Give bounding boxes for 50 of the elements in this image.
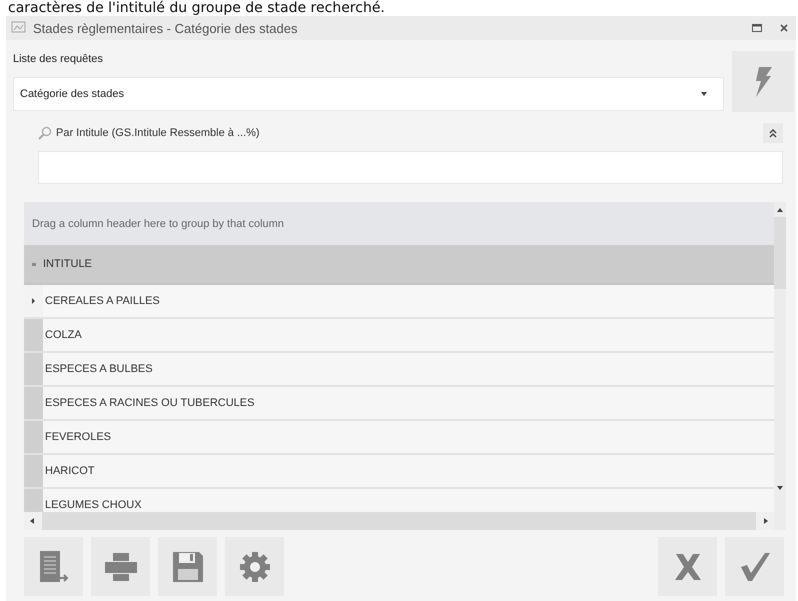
table-cell-text: HARICOT xyxy=(44,464,94,479)
table-cell-text: CEREALES A PAILLES xyxy=(44,294,160,309)
collapse-button[interactable] xyxy=(763,123,783,143)
query-dropdown[interactable]: Catégorie des stades xyxy=(13,77,724,111)
table-cell-text: COLZA xyxy=(44,328,82,343)
caret-icon xyxy=(701,92,707,96)
cancel-button[interactable] xyxy=(658,537,717,596)
grid-row[interactable]: CEREALES A PAILLES xyxy=(24,285,774,319)
caption-text: caractères de l'intitulé du groupe de stade recherché. xyxy=(7,0,386,16)
cancel-x-icon xyxy=(672,552,702,582)
up-arrow-icon[interactable] xyxy=(777,208,783,212)
grid-row[interactable]: FEVEROLES xyxy=(24,421,774,455)
grid-row[interactable]: COLZA xyxy=(24,319,774,353)
scroll-thumb[interactable] xyxy=(774,217,786,289)
header-indicator-icon xyxy=(32,262,36,266)
table-cell-text: LEGUMES CHOUX xyxy=(44,498,142,512)
left-arrow-icon[interactable] xyxy=(30,518,34,524)
vertical-scrollbar[interactable] xyxy=(774,202,786,530)
print-button[interactable] xyxy=(91,537,150,596)
export-button[interactable] xyxy=(24,537,83,596)
filter-input[interactable] xyxy=(38,151,783,184)
grid-row[interactable]: ESPECES A RACINES OU TUBERCULES xyxy=(24,387,774,421)
restore-icon[interactable] xyxy=(752,24,762,32)
grid-row[interactable]: HARICOT xyxy=(24,455,774,489)
save-button[interactable] xyxy=(158,537,217,596)
down-arrow-icon[interactable] xyxy=(777,486,783,490)
filter-label: Par Intitule (GS.Intitule Ressemble à ...%) xyxy=(56,127,260,139)
window-icon xyxy=(11,21,27,35)
search-icon xyxy=(38,126,52,140)
printer-icon xyxy=(104,552,138,582)
table-cell-text: ESPECES A BULBES xyxy=(44,362,153,377)
double-chevron-up-icon xyxy=(769,128,777,138)
confirm-button[interactable] xyxy=(725,537,784,596)
column-header-label: INTITULE xyxy=(43,258,92,270)
query-list-label: Liste des requêtes xyxy=(13,52,104,67)
table-cell-text: ESPECES A RACINES OU TUBERCULES xyxy=(44,396,254,411)
table-cell-text: FEVEROLES xyxy=(44,430,112,445)
focus-arrow-icon xyxy=(32,298,35,304)
grid-row[interactable]: ESPECES A BULBES xyxy=(24,353,774,387)
lightning-icon xyxy=(753,66,773,98)
gear-icon xyxy=(238,550,270,582)
document-export-icon xyxy=(38,550,70,584)
close-icon[interactable] xyxy=(780,24,788,32)
group-panel: Drag a column header here to group by that column xyxy=(24,202,774,245)
execute-button[interactable] xyxy=(732,51,794,112)
settings-button[interactable] xyxy=(225,537,284,596)
column-header[interactable]: INTITULE xyxy=(24,245,774,285)
checkmark-icon xyxy=(738,550,770,582)
right-arrow-icon[interactable] xyxy=(764,518,768,524)
window-title: Stades règlementaires - Catégorie des stades xyxy=(33,20,298,36)
